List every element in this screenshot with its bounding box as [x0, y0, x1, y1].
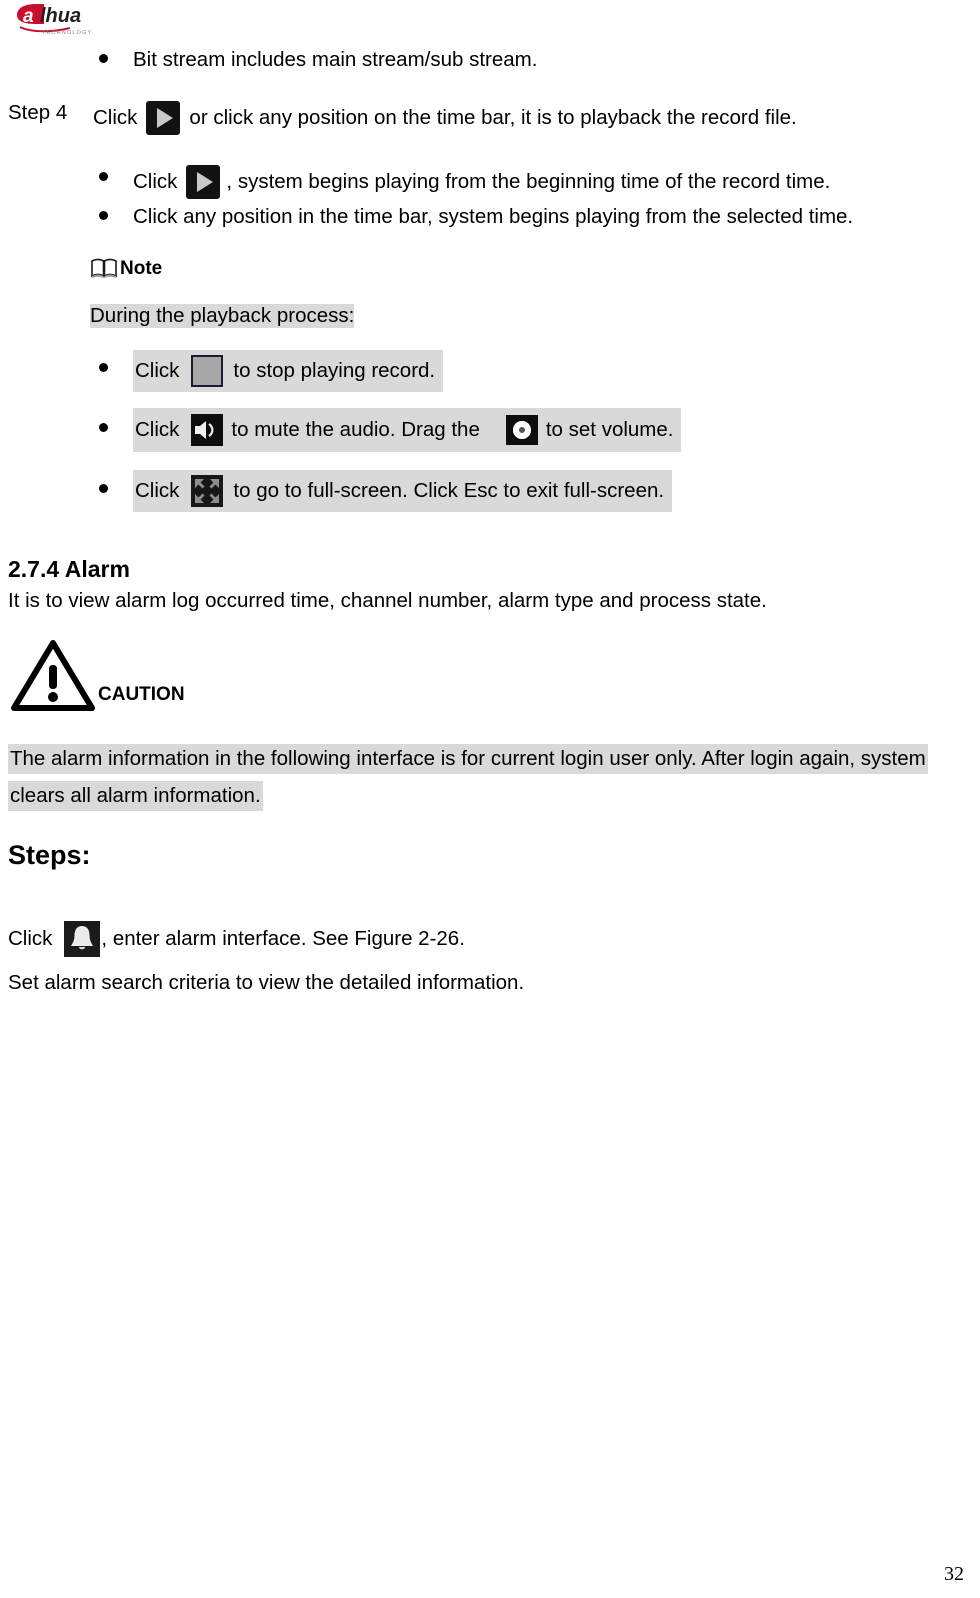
stop-text-after: to stop playing record. [233, 359, 436, 382]
audio-text-after: to set volume. [545, 418, 674, 441]
steps-text-after: , enter alarm interface. See Figure 2-26… [101, 927, 465, 950]
step4-instruction: Click or click any position on the time … [93, 101, 797, 135]
section-heading: 2.7.4 Alarm [8, 556, 130, 583]
page-header: a lhua TECHNOLOGY [0, 0, 980, 42]
play-icon[interactable] [186, 165, 221, 199]
svg-text:a: a [23, 6, 34, 27]
fullscreen-icon[interactable] [191, 475, 224, 507]
svg-text:TECHNOLOGY: TECHNOLOGY [42, 30, 93, 36]
step4-label: Step 4 [8, 101, 68, 124]
bullet-timebar-text: Click any position in the time bar, syst… [133, 205, 854, 228]
caution-header: CAUTION [10, 638, 185, 712]
dahua-logo-icon: a lhua TECHNOLOGY [14, 2, 134, 38]
steps-line-2: Set alarm search criteria to view the de… [8, 971, 525, 994]
warning-triangle-icon [10, 638, 96, 712]
page-number: 32 [944, 1563, 964, 1585]
bullet-marker [99, 211, 108, 220]
bullet-timebar: Click any position in the time bar, syst… [133, 205, 853, 229]
play-icon[interactable] [146, 101, 181, 135]
bullet-bitstream: Bit stream includes main stream/sub stre… [133, 48, 537, 72]
speaker-icon[interactable] [191, 414, 224, 446]
bullet-play-click-word: Click [133, 170, 178, 193]
manual-page: a lhua TECHNOLOGY Bit stream includes ma… [0, 0, 980, 1598]
steps-click-word: Click [8, 927, 53, 950]
caution-label: CAUTION [98, 684, 185, 705]
step4-row: Step 4 [8, 101, 67, 125]
note-header: Note [90, 258, 162, 280]
svg-text:lhua: lhua [40, 5, 81, 27]
stop-icon[interactable] [191, 355, 224, 387]
caution-line-2-text: clears all alarm information. [8, 781, 263, 811]
bullet-marker [99, 423, 108, 432]
section-description: It is to view alarm log occurred time, c… [8, 589, 767, 612]
bullet-play-row: Click , system begins playing from the b… [133, 165, 830, 199]
note-bullet-fullscreen: Click to go to full-screen. Click Esc to… [133, 470, 673, 512]
volume-knob-icon[interactable] [505, 415, 538, 445]
stop-click-word: Click [135, 359, 180, 382]
bell-icon[interactable] [64, 921, 101, 957]
note-intro-row: During the playback process: [90, 304, 355, 328]
steps-heading: Steps: [8, 840, 91, 870]
note-bullet-stop: Click to stop playing record. [133, 350, 444, 392]
caution-line-1-text: The alarm information in the following i… [8, 744, 928, 774]
book-icon [90, 258, 118, 280]
caution-line-1: The alarm information in the following i… [8, 744, 928, 774]
step4-text-after: or click any position on the time bar, i… [189, 106, 797, 129]
note-label: Note [120, 258, 163, 279]
fullscreen-click-word: Click [135, 479, 180, 502]
section-title: Alarm [64, 556, 130, 582]
bullet-bitstream-text: Bit stream includes main stream/sub stre… [133, 48, 538, 71]
caution-line-2: clears all alarm information. [8, 781, 263, 811]
section-number: 2.7.4 [8, 556, 60, 582]
bullet-marker [99, 484, 108, 493]
audio-click-word: Click [135, 418, 180, 441]
steps-click-row: Click , enter alarm interface. See Figur… [8, 921, 465, 957]
bullet-marker [99, 54, 108, 63]
fullscreen-text-after: to go to full-screen. Click Esc to exit … [233, 479, 665, 502]
bullet-play-text-after: , system begins playing from the beginni… [226, 170, 831, 193]
note-bullet-audio: Click to mute the audio. Drag the to set… [133, 408, 682, 452]
bullet-marker [99, 363, 108, 372]
bullet-marker [99, 172, 108, 181]
audio-text-mid: to mute the audio. Drag the [231, 418, 480, 441]
note-intro-text: During the playback process: [90, 304, 355, 328]
step4-click-word: Click [93, 106, 138, 129]
